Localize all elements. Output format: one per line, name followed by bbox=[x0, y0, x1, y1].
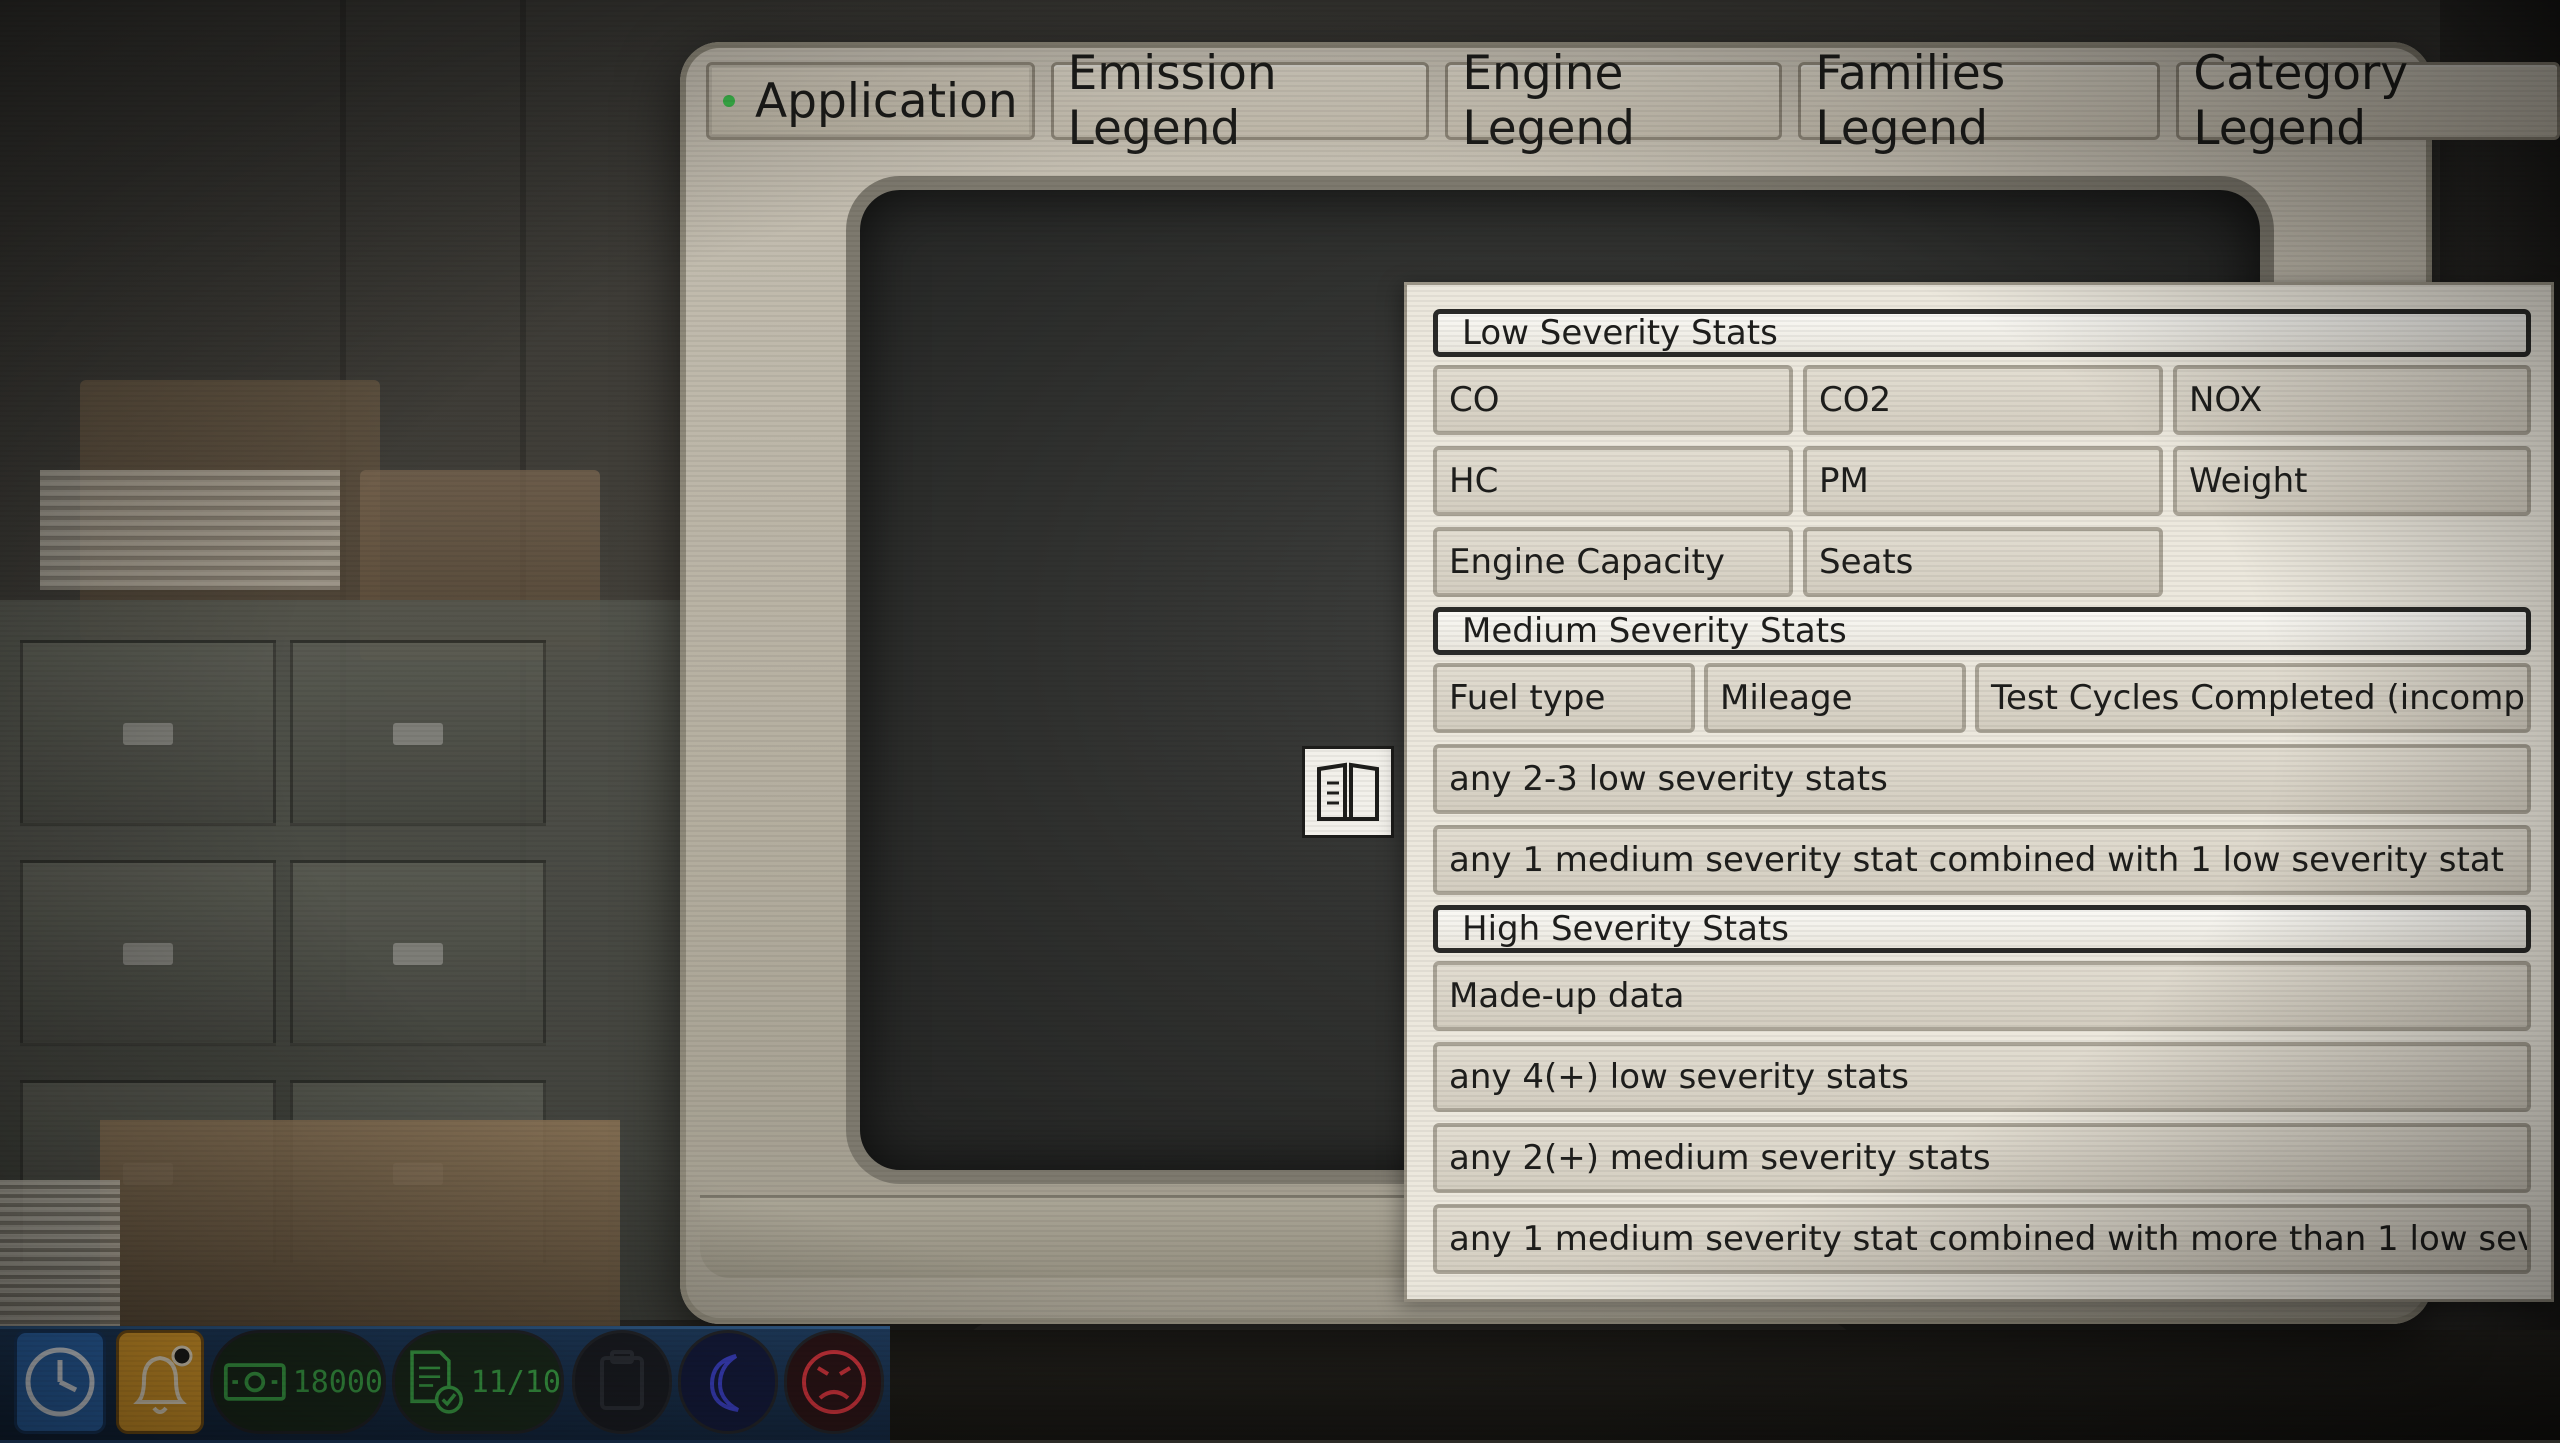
tab-families-legend[interactable]: Families Legend bbox=[1798, 46, 2161, 156]
rule-row: any 2(+) medium severity stats bbox=[1433, 1123, 2531, 1193]
stat-cell: CO bbox=[1433, 365, 1793, 435]
paper-stack bbox=[40, 470, 340, 590]
clock-button[interactable] bbox=[14, 1330, 106, 1434]
stat-cell: PM bbox=[1803, 446, 2163, 516]
stat-cell: Test Cycles Completed (incomplete) bbox=[1975, 663, 2531, 733]
rule-row: any 4(+) low severity stats bbox=[1433, 1042, 2531, 1112]
tab-engine-legend[interactable]: Engine Legend bbox=[1445, 46, 1783, 156]
book-icon bbox=[1317, 762, 1379, 821]
emission-legend-panel: Low Severity Stats CO CO2 NOX HC PM Weig… bbox=[1404, 282, 2554, 1302]
clock-icon bbox=[25, 1347, 95, 1417]
tab-label: Families Legend bbox=[1815, 46, 2006, 156]
clipboard-button[interactable] bbox=[572, 1330, 672, 1434]
tab-bar: Application Emission Legend Engine Legen… bbox=[706, 46, 2560, 156]
documents-value: 11/10 bbox=[470, 1364, 561, 1400]
stat-cell: CO2 bbox=[1803, 365, 2163, 435]
paper-stack bbox=[0, 1180, 120, 1350]
rule-row: any 2-3 low severity stats bbox=[1433, 744, 2531, 814]
money-value: 18000 bbox=[292, 1364, 383, 1400]
tab-application[interactable]: Application bbox=[706, 62, 1035, 140]
moon-icon bbox=[709, 1354, 740, 1412]
documents-counter[interactable]: 11/10 bbox=[392, 1330, 564, 1434]
active-indicator-icon bbox=[723, 95, 735, 107]
bell-icon bbox=[133, 1345, 193, 1414]
tab-label: Engine Legend bbox=[1462, 46, 1636, 156]
stat-cell: NOX bbox=[2173, 365, 2531, 435]
tab-label: Application bbox=[755, 73, 1018, 129]
tab-label: Emission Legend bbox=[1067, 46, 1277, 156]
rule-row: any 1 medium severity stat combined with… bbox=[1433, 825, 2531, 895]
mood-indicator[interactable] bbox=[784, 1330, 884, 1434]
money-counter[interactable]: 18000 bbox=[210, 1330, 386, 1434]
stat-cell: HC bbox=[1433, 446, 1793, 516]
money-icon bbox=[223, 1363, 286, 1401]
tab-category-legend[interactable]: Category Legend bbox=[2176, 46, 2560, 156]
folder-box bbox=[100, 1120, 620, 1350]
stat-cell: Fuel type bbox=[1433, 663, 1695, 733]
tab-label: Category Legend bbox=[2193, 46, 2409, 156]
stat-cell: Engine Capacity bbox=[1433, 527, 1793, 597]
legend-toggle-button[interactable] bbox=[1302, 746, 1394, 838]
section-header-medium: Medium Severity Stats bbox=[1433, 607, 2531, 655]
sad-face-icon bbox=[802, 1350, 866, 1414]
stat-cell: Seats bbox=[1803, 527, 2163, 597]
tab-emission-legend[interactable]: Emission Legend bbox=[1050, 46, 1430, 156]
rule-row: any 1 medium severity stat combined with… bbox=[1433, 1204, 2531, 1274]
document-check-icon bbox=[410, 1350, 463, 1414]
rule-row: Made-up data bbox=[1433, 961, 2531, 1031]
clipboard-icon bbox=[600, 1350, 644, 1410]
section-header-high: High Severity Stats bbox=[1433, 905, 2531, 953]
notifications-button[interactable] bbox=[116, 1330, 204, 1434]
section-header-low: Low Severity Stats bbox=[1433, 309, 2531, 357]
stat-cell: Weight bbox=[2173, 446, 2531, 516]
end-day-button[interactable] bbox=[678, 1330, 778, 1434]
stat-cell: Mileage bbox=[1704, 663, 1966, 733]
